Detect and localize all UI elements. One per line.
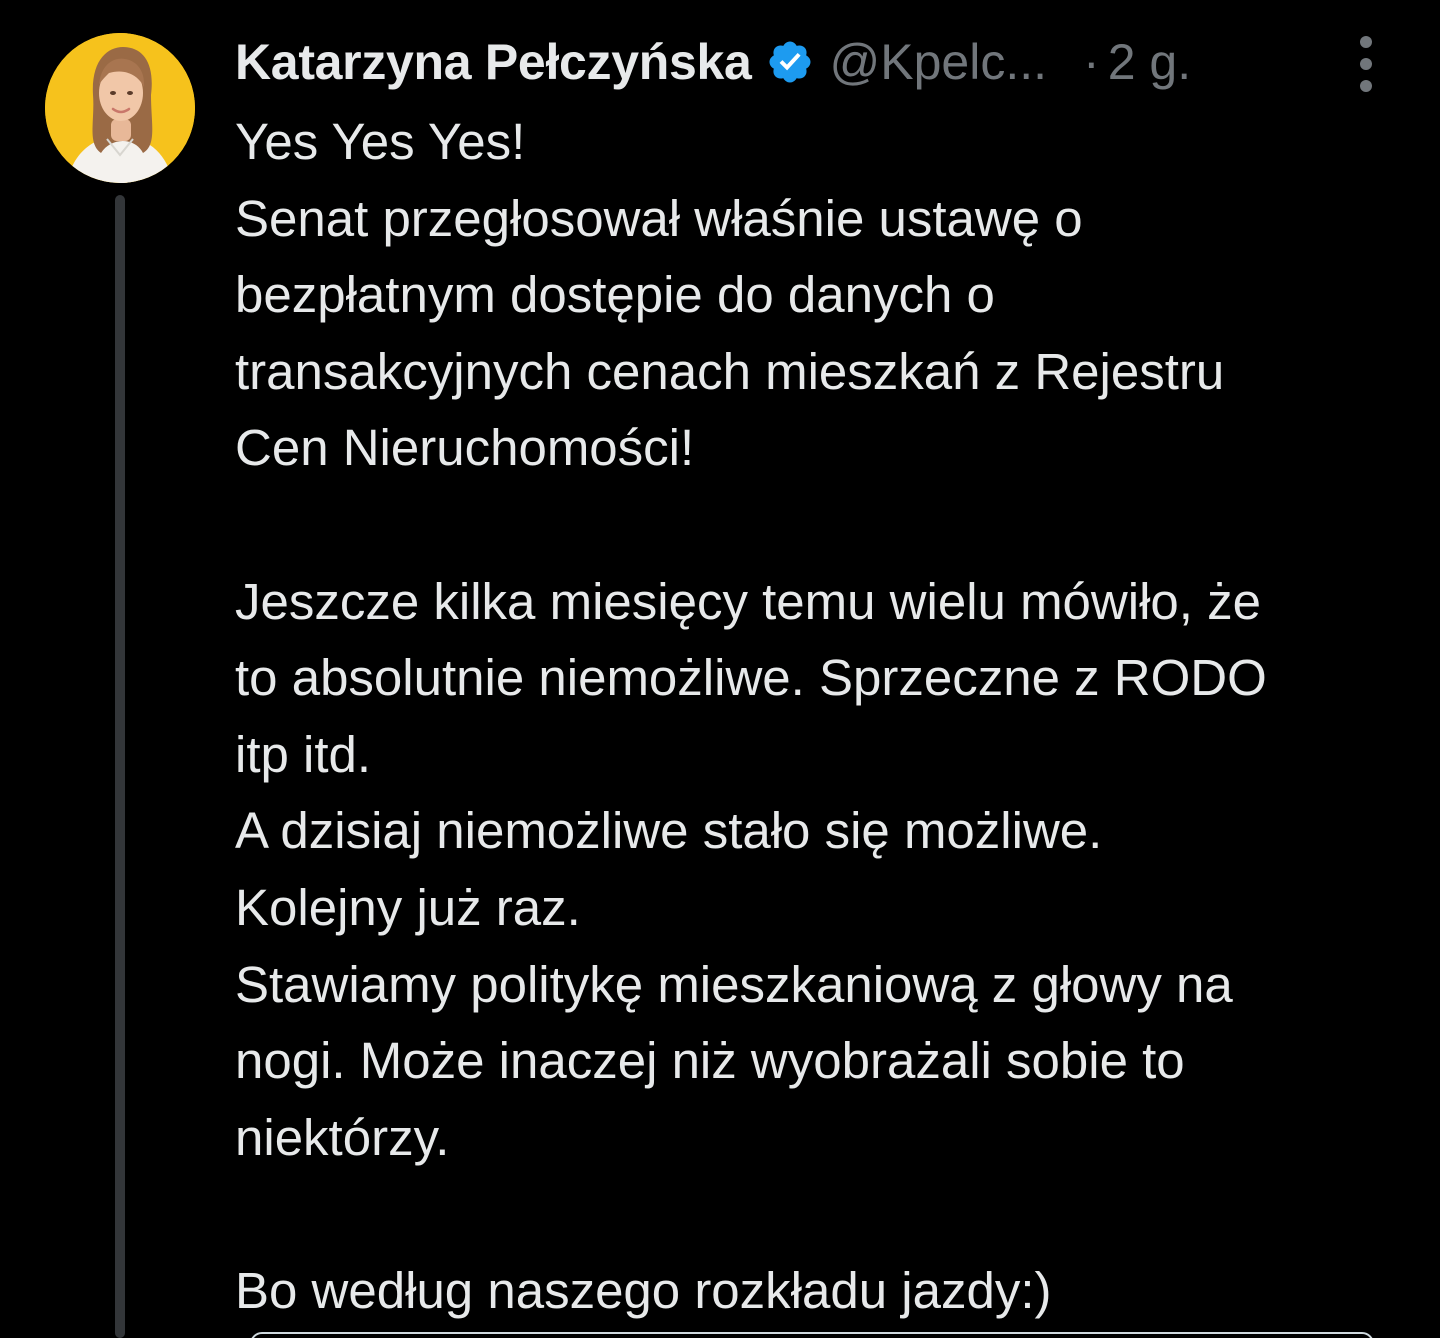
tweet-text-line: bezpłatnym dostępie do danych o — [235, 266, 995, 324]
tweet-text-line: Kolejny już raz. — [235, 878, 581, 936]
tweet-timestamp[interactable]: 2 g. — [1108, 33, 1191, 91]
tweet-text-line: Jeszcze kilka miesięcy temu wielu mówiło… — [235, 572, 1261, 630]
tweet-blank-line — [235, 1176, 1410, 1253]
tweet-text-line: transakcyjnych cenach mieszkań z Rejestr… — [235, 342, 1225, 400]
tweet-text-line: A dzisiaj niemożliwe stało się możliwe. — [235, 802, 1103, 860]
tweet-text-line: to absolutnie niemożliwe. Sprzeczne z RO… — [235, 649, 1267, 707]
author-avatar[interactable] — [45, 33, 195, 183]
more-dot — [1360, 36, 1372, 48]
more-options-icon[interactable] — [1346, 36, 1386, 92]
verified-badge-icon[interactable] — [766, 38, 814, 86]
author-display-name[interactable]: Katarzyna Pełczyńska — [235, 33, 752, 91]
tweet-body-text: Yes Yes Yes! Senat przegłosował właśnie … — [235, 104, 1410, 1330]
header-separator: · — [1083, 34, 1100, 90]
thread-connector-line — [115, 195, 125, 1338]
more-dot — [1360, 58, 1372, 70]
tweet-text-line: Yes Yes Yes! — [235, 113, 526, 170]
tweet-text-line: Cen Nieruchomości! — [235, 419, 695, 477]
tweet-blank-line — [235, 487, 1410, 564]
tweet-text-line: Bo według naszego rozkładu jazdy:) — [235, 1261, 1052, 1319]
tweet[interactable]: Katarzyna Pełczyńska @Kpelc... · 2 g. Ye… — [0, 0, 1440, 1338]
tweet-text-line: itp itd. — [235, 725, 372, 783]
attached-media-card[interactable] — [250, 1332, 1374, 1338]
tweet-text-line: nogi. Może inaczej niż wyobrażali sobie … — [235, 1032, 1185, 1090]
author-handle[interactable]: @Kpelc... — [830, 33, 1048, 91]
avatar-photo — [45, 33, 195, 183]
more-dot — [1360, 80, 1372, 92]
tweet-text-line: Stawiamy politykę mieszkaniową z głowy n… — [235, 955, 1233, 1013]
tweet-header: Katarzyna Pełczyńska @Kpelc... · 2 g. — [235, 30, 1415, 94]
tweet-text-line: Senat przegłosował właśnie ustawę o — [235, 189, 1083, 247]
tweet-text-line: niektórzy. — [235, 1108, 450, 1166]
